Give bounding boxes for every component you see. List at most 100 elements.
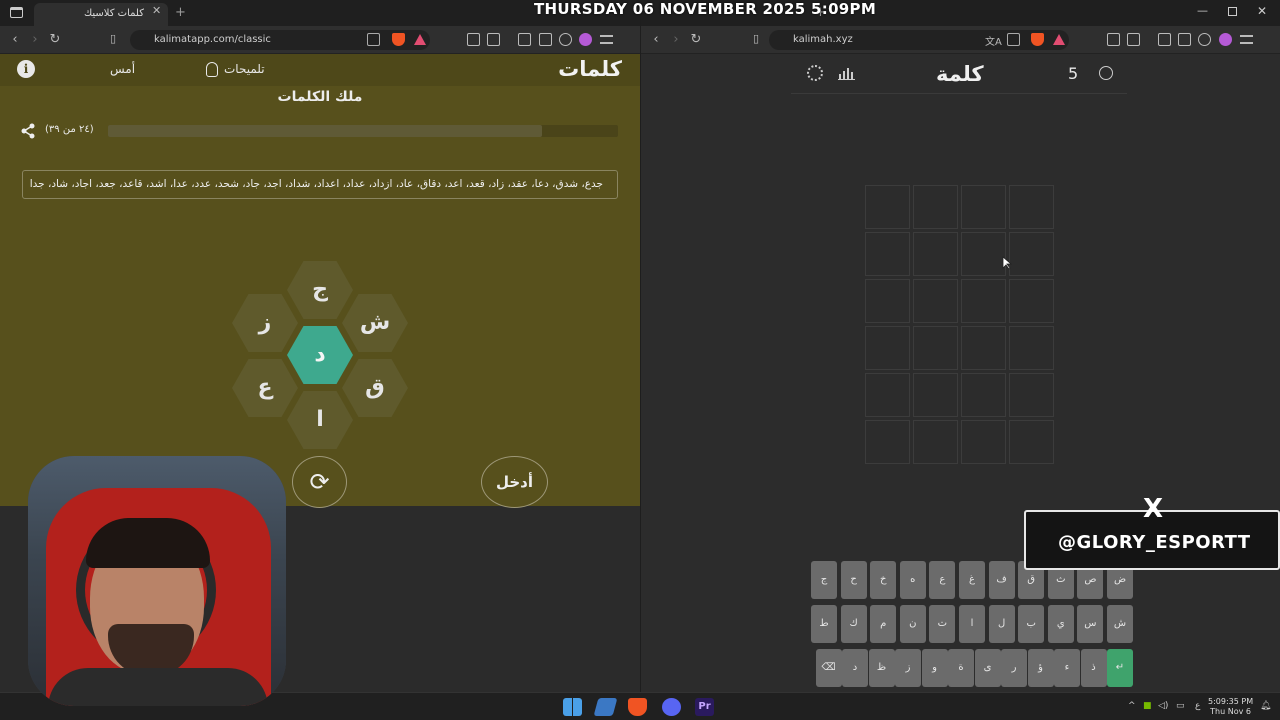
hints-button[interactable]: تلميحات: [224, 62, 265, 76]
info-icon[interactable]: i: [17, 60, 35, 78]
close-tab-icon[interactable]: ✕: [152, 4, 161, 17]
keyboard-key[interactable]: ط: [811, 605, 837, 643]
notification-bell-icon[interactable]: 🔔︎: [1260, 701, 1271, 711]
keyboard-key[interactable]: ؤ: [1027, 649, 1054, 687]
keyboard-key[interactable]: ش: [1107, 605, 1133, 643]
keyboard-key[interactable]: ذ: [1080, 649, 1107, 687]
maximize-button[interactable]: [1228, 7, 1237, 16]
network-icon[interactable]: ▭: [1176, 701, 1185, 711]
close-window-button[interactable]: ✕: [1257, 4, 1267, 18]
shuffle-button[interactable]: ⟳: [292, 456, 347, 508]
keyboard-key[interactable]: ت: [929, 605, 956, 643]
reader-icon-right[interactable]: [1127, 33, 1140, 46]
letter-tile-upper-right[interactable]: ش: [342, 294, 408, 352]
keyboard-key[interactable]: ي: [1047, 605, 1074, 643]
keyboard-key[interactable]: ع: [929, 561, 956, 599]
sidebar-icon[interactable]: [518, 33, 531, 46]
active-tab[interactable]: كلمات كلاسيك: [34, 3, 168, 26]
gear-icon[interactable]: [807, 65, 823, 81]
minimize-button[interactable]: —: [1197, 4, 1208, 17]
url-field-right[interactable]: kalimah.xyz: [769, 30, 1069, 50]
leo-icon-right[interactable]: [1198, 33, 1211, 46]
forward-button[interactable]: ›: [27, 32, 43, 47]
keyboard-key[interactable]: ء: [1054, 649, 1080, 687]
premiere-pro-icon[interactable]: Pr: [695, 698, 714, 716]
vpn-icon[interactable]: [579, 33, 592, 46]
window-menu-icon[interactable]: [10, 7, 23, 18]
reload-button-right[interactable]: ↻: [688, 32, 704, 47]
reload-button[interactable]: ↻: [47, 32, 63, 47]
lightbulb-icon[interactable]: [206, 62, 218, 77]
keyboard-key[interactable]: خ: [870, 561, 897, 599]
extensions-icon-right[interactable]: [1107, 33, 1120, 46]
menu-icon-right[interactable]: [1240, 35, 1253, 44]
brave-shield-icon-right[interactable]: [1031, 33, 1044, 46]
yesterday-button[interactable]: أمس: [110, 62, 135, 76]
brave-shield-icon[interactable]: [392, 33, 405, 46]
wallet-icon-right[interactable]: [1178, 33, 1191, 46]
keyboard-key[interactable]: ك: [840, 605, 867, 643]
sidebar-icon-right[interactable]: [1158, 33, 1171, 46]
keyboard-key[interactable]: ز: [895, 649, 921, 687]
bookmark-icon-right[interactable]: ▯: [748, 32, 764, 45]
keyboard-key[interactable]: ن: [899, 605, 926, 643]
keyboard-key[interactable]: س: [1077, 605, 1104, 643]
url-field[interactable]: kalimatapp.com/classic: [130, 30, 430, 50]
letter-tile-center[interactable]: د: [287, 326, 353, 384]
keyboard-key[interactable]: م: [870, 605, 897, 643]
keyboard-key[interactable]: ظ: [868, 649, 895, 687]
keyboard-key[interactable]: ل: [988, 605, 1015, 643]
brave-rewards-icon-right[interactable]: [1053, 34, 1065, 45]
menu-icon[interactable]: [600, 35, 613, 44]
keyboard-key[interactable]: و: [921, 649, 948, 687]
reader-icon[interactable]: [487, 33, 500, 46]
enter-key[interactable]: ↵: [1107, 649, 1133, 687]
enter-button[interactable]: أدخل: [481, 456, 548, 508]
letter-tile-bottom[interactable]: ا: [287, 391, 353, 449]
translate-icon[interactable]: 文A: [985, 33, 1002, 48]
file-explorer-icon[interactable]: [593, 698, 618, 716]
timer-icon[interactable]: [1099, 66, 1113, 80]
keyboard-key[interactable]: ا: [959, 605, 985, 643]
wallet-icon[interactable]: [539, 33, 552, 46]
grid-cell: [961, 185, 1006, 229]
letter-tile-upper-left[interactable]: ز: [232, 294, 298, 352]
keyboard-key[interactable]: ر: [1001, 649, 1027, 687]
windows-start-icon[interactable]: [563, 698, 582, 716]
clock[interactable]: 5:09:35 PM Thu Nov 6: [1208, 697, 1253, 717]
person-hair: [86, 518, 210, 568]
keyboard-key[interactable]: ة: [948, 649, 974, 687]
share-page-icon-right[interactable]: [1007, 33, 1020, 46]
bookmark-icon[interactable]: ▯: [105, 32, 121, 45]
grid-cell: [865, 420, 910, 464]
keyboard-key[interactable]: ى: [974, 649, 1001, 687]
new-tab-button[interactable]: +: [175, 5, 186, 20]
extensions-icon[interactable]: [467, 33, 480, 46]
keyboard-key[interactable]: د: [842, 649, 868, 687]
forward-button-right[interactable]: ›: [668, 32, 684, 47]
back-button[interactable]: ‹: [7, 32, 23, 47]
letter-tile-lower-left[interactable]: ع: [232, 359, 298, 417]
keyboard-key[interactable]: ف: [988, 561, 1015, 599]
nvidia-icon[interactable]: ■: [1143, 701, 1152, 711]
letter-tile-top[interactable]: ج: [287, 261, 353, 319]
back-button-right[interactable]: ‹: [648, 32, 664, 47]
letter-tile-lower-right[interactable]: ق: [342, 359, 408, 417]
keyboard-key[interactable]: ه: [899, 561, 926, 599]
keyboard-key[interactable]: ب: [1018, 605, 1045, 643]
share-icon[interactable]: [20, 123, 36, 139]
language-indicator[interactable]: ع: [1195, 701, 1200, 711]
keyboard-key[interactable]: غ: [959, 561, 985, 599]
leo-icon[interactable]: [559, 33, 572, 46]
discord-icon[interactable]: [662, 698, 681, 716]
tray-chevron-icon[interactable]: ^: [1128, 701, 1136, 711]
brave-rewards-icon[interactable]: [414, 34, 426, 45]
stats-icon[interactable]: [838, 66, 855, 80]
share-page-icon[interactable]: [367, 33, 380, 46]
brave-browser-icon[interactable]: [628, 698, 647, 716]
keyboard-key[interactable]: ح: [840, 561, 867, 599]
backspace-key[interactable]: ⌫: [815, 649, 842, 687]
keyboard-key[interactable]: ج: [811, 561, 837, 599]
vpn-icon-right[interactable]: [1219, 33, 1232, 46]
volume-icon[interactable]: ◁): [1158, 701, 1168, 711]
